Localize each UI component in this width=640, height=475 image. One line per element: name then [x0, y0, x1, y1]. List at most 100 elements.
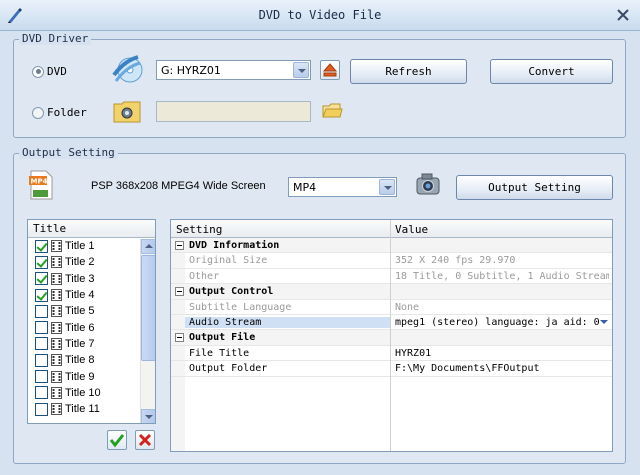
col-setting-header: Setting — [176, 223, 222, 236]
title-checkbox[interactable] — [35, 240, 48, 253]
setting-value: None — [395, 302, 609, 313]
uncheck-all-button[interactable] — [135, 430, 155, 450]
title-label: Title 9 — [65, 371, 95, 383]
title-checkbox[interactable] — [35, 272, 48, 285]
film-icon — [51, 322, 62, 334]
row-file-title[interactable]: File Title HYRZ01 — [171, 346, 612, 361]
title-checkbox[interactable] — [35, 321, 48, 334]
title-checkbox[interactable] — [35, 386, 48, 399]
format-select[interactable]: MP4 — [288, 177, 397, 197]
setting-key: Original Size — [189, 255, 267, 266]
title-label: Title 8 — [65, 354, 95, 366]
title-checkbox[interactable] — [35, 354, 48, 367]
film-icon — [51, 354, 62, 366]
check-all-button[interactable] — [107, 430, 127, 450]
folder-path-input[interactable] — [156, 101, 311, 122]
refresh-button[interactable]: Refresh — [350, 59, 467, 84]
cross-icon — [136, 431, 154, 449]
close-icon[interactable] — [614, 6, 632, 24]
film-icon — [51, 305, 62, 317]
list-item[interactable]: Title 2 — [28, 254, 155, 270]
row-audio-stream[interactable]: Audio Stream mpeg1 (stereo) language: ja… — [171, 315, 612, 330]
profile-name: PSP 368x208 MPEG4 Wide Screen — [91, 180, 266, 192]
scroll-up-icon[interactable] — [141, 239, 156, 254]
chevron-down-icon[interactable] — [379, 179, 395, 195]
category-output-control[interactable]: Output Control — [171, 284, 612, 299]
title-label: Title 1 — [65, 240, 95, 252]
open-folder-icon[interactable] — [321, 101, 343, 121]
dvd-disc-icon — [112, 53, 144, 85]
dvd-driver-legend: DVD Driver — [19, 32, 91, 45]
title-checkbox[interactable] — [35, 256, 48, 269]
client-area: DVD Driver DVD G: HYRZ01 Refresh Convert… — [0, 31, 640, 475]
film-icon — [51, 256, 62, 268]
title-checkbox[interactable] — [35, 289, 48, 302]
film-icon — [51, 240, 62, 252]
drive-select-value: G: HYRZ01 — [161, 64, 221, 77]
category-label: Output Control — [189, 286, 273, 297]
dvd-radio-dot[interactable] — [32, 66, 44, 78]
folder-radio-dot[interactable] — [32, 107, 44, 119]
scroll-down-icon[interactable] — [141, 409, 156, 424]
check-icon — [108, 431, 126, 449]
row-output-folder[interactable]: Output Folder F:\My Documents\FFOutput — [171, 361, 612, 376]
list-item[interactable]: Title 11 — [28, 401, 155, 417]
svg-text:MP4: MP4 — [31, 178, 48, 186]
list-item[interactable]: Title 1 — [28, 238, 155, 254]
list-item[interactable]: Title 4 — [28, 287, 155, 303]
eject-button[interactable] — [320, 60, 340, 80]
audio-stream-select[interactable]: mpeg1 (stereo) language: ja aid: 0 — [395, 317, 609, 328]
title-checkbox[interactable] — [35, 305, 48, 318]
folder-radio[interactable]: Folder — [32, 106, 87, 119]
list-item[interactable]: Title 5 — [28, 303, 155, 319]
setting-key: Other — [189, 271, 219, 282]
scroll-thumb[interactable] — [141, 255, 156, 361]
list-item[interactable]: Title 9 — [28, 368, 155, 384]
collapse-icon[interactable] — [175, 333, 184, 342]
list-item[interactable]: Title 3 — [28, 271, 155, 287]
title-label: Title 4 — [65, 289, 95, 301]
column-divider[interactable] — [390, 220, 391, 452]
list-item[interactable]: Title 8 — [28, 352, 155, 368]
setting-key: Output Folder — [189, 363, 267, 374]
film-icon — [51, 273, 62, 285]
collapse-icon[interactable] — [175, 287, 184, 296]
title-list-scrollbar[interactable] — [140, 239, 155, 424]
category-dvd-information[interactable]: DVD Information — [171, 238, 612, 253]
chevron-down-icon[interactable] — [598, 316, 610, 328]
dvd-radio[interactable]: DVD — [32, 65, 67, 78]
setting-key: Audio Stream — [185, 317, 390, 328]
file-title-input[interactable]: HYRZ01 — [395, 348, 609, 359]
title-checkbox[interactable] — [35, 370, 48, 383]
film-icon — [51, 387, 62, 399]
output-folder-input[interactable]: F:\My Documents\FFOutput — [395, 363, 609, 374]
drive-select[interactable]: G: HYRZ01 — [156, 60, 311, 80]
title-label: Title 2 — [65, 256, 95, 268]
row-original-size: Original Size 352 X 240 fps 29.970 — [171, 253, 612, 268]
title-checkbox[interactable] — [35, 337, 48, 350]
title-list-rows: Title 1 Title 2 Title 3 Title 4 Title 5 Title… — [28, 238, 155, 417]
list-item[interactable]: Title 10 — [28, 385, 155, 401]
folder-camera-icon — [113, 99, 141, 123]
col-value-header: Value — [395, 223, 428, 236]
title-list-header: Title — [28, 220, 155, 238]
film-icon — [51, 289, 62, 301]
convert-button[interactable]: Convert — [490, 59, 613, 84]
folder-radio-label: Folder — [47, 106, 87, 119]
row-subtitle-language[interactable]: Subtitle Language None — [171, 300, 612, 315]
list-item[interactable]: Title 6 — [28, 319, 155, 335]
collapse-icon[interactable] — [175, 241, 184, 250]
list-item[interactable]: Title 7 — [28, 336, 155, 352]
title-checkbox[interactable] — [35, 403, 48, 416]
title-label: Title 11 — [65, 403, 100, 415]
title-list: Title Title 1Title 2Title 3Title 4Title … — [27, 219, 156, 424]
title-label: Title 5 — [65, 305, 95, 317]
camera-settings-icon[interactable] — [413, 171, 443, 199]
dvd-driver-group — [13, 39, 626, 138]
chevron-down-icon[interactable] — [293, 62, 309, 78]
setting-value: 352 X 240 fps 29.970 — [395, 255, 609, 266]
output-setting-button[interactable]: Output Setting — [456, 175, 613, 200]
dvd-radio-label: DVD — [47, 65, 67, 78]
row-other: Other 18 Title, 0 Subtitle, 1 Audio Stre… — [171, 269, 612, 284]
category-output-file[interactable]: Output File — [171, 330, 612, 345]
